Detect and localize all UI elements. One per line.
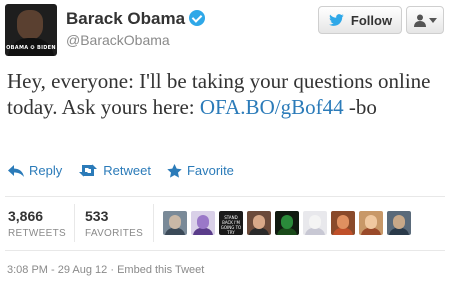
retweets-stat[interactable]: 3,866 RETWEETS xyxy=(8,208,66,239)
embed-tweet-link[interactable]: Embed this Tweet xyxy=(117,264,204,276)
avatar-body xyxy=(277,228,297,235)
retweet-icon xyxy=(79,164,98,177)
retweeter-avatar[interactable] xyxy=(163,211,187,235)
tweet-text: Hey, everyone: I'll be taking your quest… xyxy=(7,68,443,120)
person-icon xyxy=(413,14,426,27)
reply-button[interactable]: Reply xyxy=(8,163,62,178)
star-icon xyxy=(167,163,182,178)
retweeter-avatar[interactable]: STAND BACK I'M GOING TO TRY SCIENCE xyxy=(219,211,243,235)
follow-button-label: Follow xyxy=(350,12,393,28)
avatar-body xyxy=(333,228,353,235)
avatar-head xyxy=(309,215,321,229)
retweeter-avatar[interactable] xyxy=(331,211,355,235)
avatar-body xyxy=(165,228,185,235)
avatar-head xyxy=(365,215,377,229)
avatar-head xyxy=(169,215,181,229)
profile-name-text[interactable]: Barack Obama xyxy=(66,9,185,28)
avatar-body xyxy=(305,228,325,235)
avatar-head xyxy=(393,215,405,229)
avatar-head xyxy=(253,215,265,229)
reply-label: Reply xyxy=(29,163,63,178)
avatar-head xyxy=(337,215,349,229)
avatar-head xyxy=(17,10,43,40)
retweeter-avatar[interactable] xyxy=(387,211,411,235)
tweet-actions: Reply Retweet Favorite xyxy=(8,163,234,178)
profile-handle[interactable]: @BarackObama xyxy=(66,32,170,48)
profile-name[interactable]: Barack Obama xyxy=(66,9,206,29)
twitter-bird-icon xyxy=(328,13,344,26)
user-actions-dropdown[interactable] xyxy=(406,6,444,34)
avatar-banner-text: OBAMA ✪ BIDEN xyxy=(6,45,56,51)
tweet-timestamp[interactable]: 3:08 PM - 29 Aug 12 xyxy=(7,264,107,276)
meta-separator: · xyxy=(107,264,118,276)
retweeter-avatar[interactable] xyxy=(247,211,271,235)
avatar-body xyxy=(193,228,213,235)
profile-avatar[interactable]: OBAMA ✪ BIDEN xyxy=(5,4,57,56)
follow-button[interactable]: Follow xyxy=(318,6,402,34)
retweeter-avatar-text: STAND BACK I'M GOING TO TRY SCIENCE xyxy=(220,215,242,235)
divider-bottom xyxy=(5,250,445,251)
reply-arrow-icon xyxy=(8,164,24,177)
avatar-body xyxy=(361,228,381,235)
retweeter-avatar[interactable] xyxy=(191,211,215,235)
avatar-head xyxy=(281,215,293,229)
retweets-label: RETWEETS xyxy=(8,228,66,239)
favorite-label: Favorite xyxy=(186,163,234,178)
stat-separator xyxy=(74,204,75,242)
retweeter-avatar[interactable] xyxy=(359,211,383,235)
retweeter-avatar[interactable] xyxy=(303,211,327,235)
stat-separator xyxy=(153,204,154,242)
retweet-label: Retweet xyxy=(103,163,151,178)
tweet-link[interactable]: OFA.BO/gBof44 xyxy=(200,95,344,119)
avatar-body xyxy=(389,228,409,235)
favorite-button[interactable]: Favorite xyxy=(167,163,234,178)
retweets-count: 3,866 xyxy=(8,208,44,224)
avatar-body xyxy=(249,228,269,235)
retweet-button[interactable]: Retweet xyxy=(78,163,151,178)
retweeter-avatar[interactable] xyxy=(275,211,299,235)
tweet-meta: 3:08 PM - 29 Aug 12 · Embed this Tweet xyxy=(7,264,204,276)
verified-badge-icon xyxy=(189,10,206,26)
retweeter-avatars: STAND BACK I'M GOING TO TRY SCIENCE xyxy=(163,211,411,235)
chevron-down-icon xyxy=(428,17,437,23)
favorites-label: FAVORITES xyxy=(85,228,144,239)
avatar-head xyxy=(197,215,209,229)
favorites-stat[interactable]: 533 FAVORITES xyxy=(85,208,143,239)
favorites-count: 533 xyxy=(85,208,109,224)
tweet-text-signoff: -bo xyxy=(343,95,377,119)
divider-top xyxy=(5,196,445,197)
